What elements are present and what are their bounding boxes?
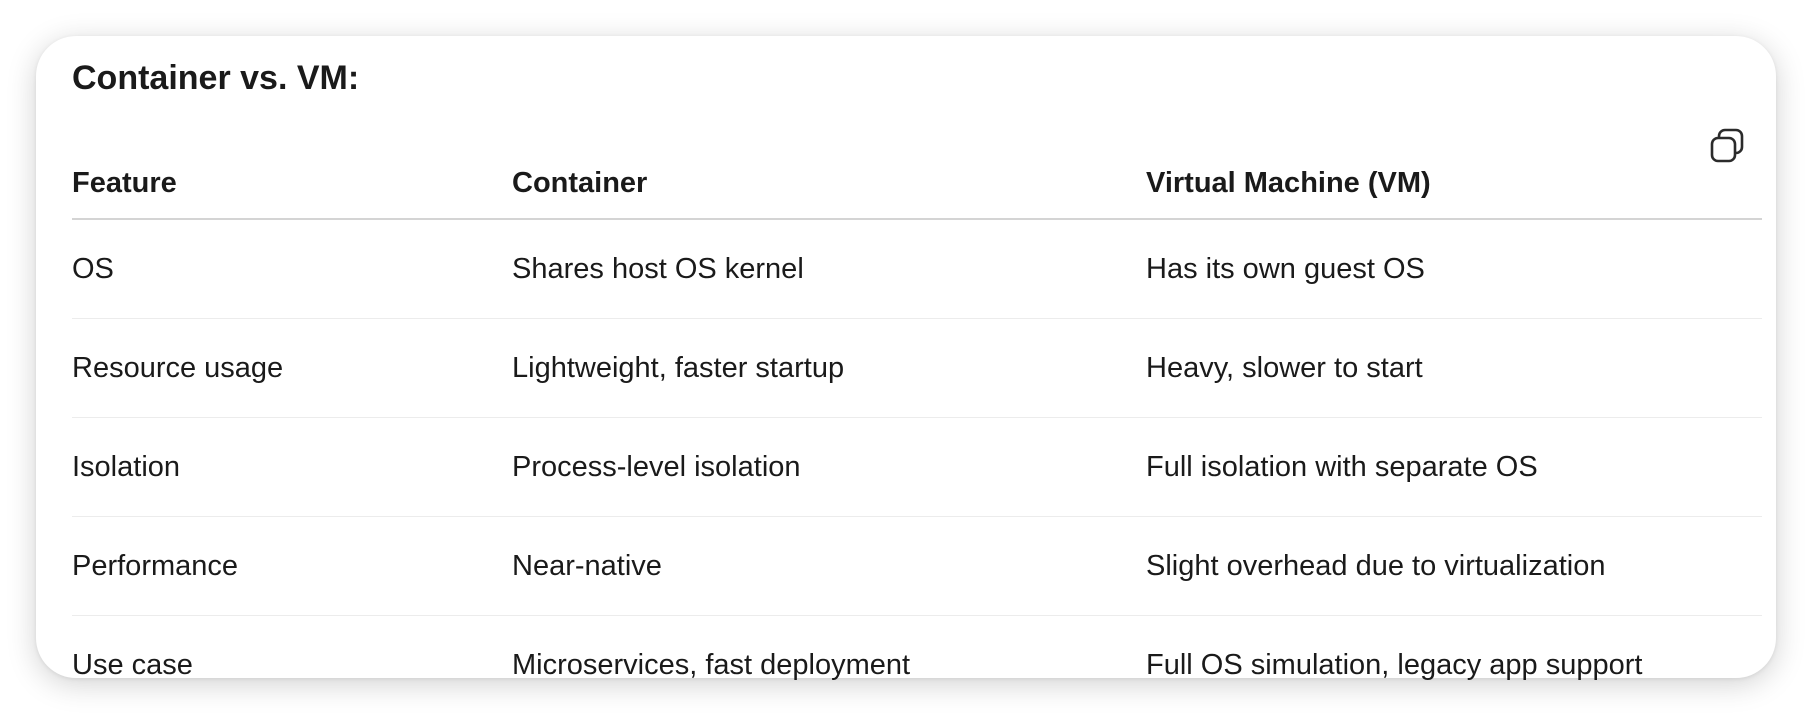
table-cell: Process-level isolation: [512, 417, 1146, 517]
header-feature: Feature: [72, 148, 512, 220]
table-cell: Heavy, slower to start: [1146, 318, 1762, 418]
table-cell: Near-native: [512, 516, 1146, 616]
table-cell: Full isolation with separate OS: [1146, 417, 1762, 517]
comparison-table: Feature Container Virtual Machine (VM) O…: [72, 148, 1762, 714]
table-cell: Isolation: [72, 417, 512, 517]
card-title: Container vs. VM:: [72, 59, 360, 97]
table-cell: Full OS simulation, legacy app support: [1146, 648, 1643, 681]
table-cell: Shares host OS kernel: [512, 219, 1146, 319]
header-container: Container: [512, 148, 1146, 220]
table-cell: Lightweight, faster startup: [512, 318, 1146, 418]
header-vm: Virtual Machine (VM): [1146, 148, 1762, 220]
table-row: Resource usage Lightweight, faster start…: [72, 318, 1762, 418]
table-row: Use case Microservices, fast deployment …: [72, 616, 1762, 714]
table-cell: Resource usage: [72, 318, 512, 418]
table-row: OS Shares host OS kernel Has its own gue…: [72, 219, 1762, 319]
table-header-row: Feature Container Virtual Machine (VM): [72, 148, 1762, 220]
table-row: Performance Near-native Slight overhead …: [72, 516, 1762, 616]
table-cell: Slight overhead due to virtualization: [1146, 516, 1762, 616]
table-cell: Use case: [72, 648, 193, 681]
table-row: Isolation Process-level isolation Full i…: [72, 417, 1762, 517]
comparison-card: Container vs. VM: Feature Container Virt…: [36, 36, 1776, 681]
table-cell: Microservices, fast deployment: [512, 648, 911, 681]
table-cell: Has its own guest OS: [1146, 219, 1762, 319]
table-cell: OS: [72, 219, 512, 319]
table-cell: Performance: [72, 516, 512, 616]
